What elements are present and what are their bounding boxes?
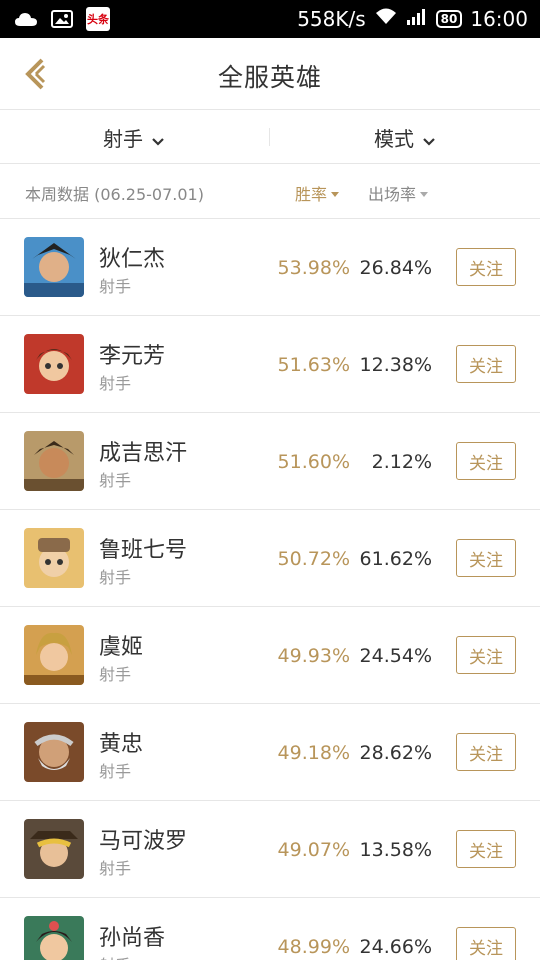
stats-header: 本周数据 (06.25-07.01) 胜率 出场率: [0, 164, 540, 219]
hero-name: 马可波罗: [99, 829, 188, 854]
win-rate-sort-label: 胜率: [295, 185, 328, 204]
hero-list: 狄仁杰 射手 53.98% 26.84% 关注 李元芳 射手 51.63% 12…: [0, 219, 540, 960]
hero-role: 射手: [99, 762, 132, 781]
hero-name: 李元芳: [99, 344, 166, 369]
hero-role: 射手: [99, 277, 132, 296]
hero-avatar: [24, 625, 84, 685]
hero-avatar: [24, 819, 84, 879]
sort-by-pick-rate[interactable]: 出场率: [368, 181, 429, 205]
hero-role: 射手: [99, 952, 131, 960]
hero-role: 射手: [99, 568, 132, 587]
hero-role: 射手: [99, 859, 132, 878]
network-speed: 558K/s: [297, 7, 366, 31]
hero-win-rate: 50.72%: [277, 548, 350, 570]
hero-name: 鲁班七号: [99, 538, 188, 563]
wifi-icon: [374, 6, 398, 32]
hero-pick-rate: 2.12%: [371, 451, 432, 473]
gallery-notification-icon: [50, 8, 74, 30]
app-header: 全服英雄: [0, 38, 540, 110]
hero-win-rate: 53.98%: [277, 257, 350, 279]
hero-win-rate: 51.63%: [277, 354, 350, 376]
hero-win-rate: 49.93%: [277, 645, 350, 667]
hero-win-rate: 49.07%: [277, 839, 350, 861]
role-filter-dropdown[interactable]: 射手: [0, 110, 268, 164]
hero-name: 孙尚香: [99, 926, 166, 951]
hero-pick-rate: 26.84%: [359, 257, 432, 279]
follow-button[interactable]: 关注: [456, 733, 516, 771]
hero-avatar: [24, 431, 84, 491]
follow-button[interactable]: 关注: [456, 830, 516, 868]
hero-name: 狄仁杰: [99, 247, 166, 272]
page-title: 全服英雄: [217, 63, 322, 92]
filter-bar: 射手 模式: [0, 110, 540, 164]
clock: 16:00: [470, 7, 528, 31]
follow-button[interactable]: 关注: [456, 248, 516, 286]
follow-button[interactable]: 关注: [456, 442, 516, 480]
chevron-down-icon: [151, 130, 165, 146]
mode-filter-label: 模式: [374, 126, 414, 151]
hero-row[interactable]: 鲁班七号 射手 50.72% 61.62% 关注: [0, 510, 540, 607]
hero-row[interactable]: 虞姬 射手 49.93% 24.54% 关注: [0, 607, 540, 704]
hero-row[interactable]: 孙尚香 射手 48.99% 24.66% 关注: [0, 898, 540, 960]
mode-filter-dropdown[interactable]: 模式: [270, 110, 540, 164]
hero-row[interactable]: 成吉思汗 射手 51.60% 2.12% 关注: [0, 413, 540, 510]
hero-pick-rate: 12.38%: [359, 354, 432, 376]
week-range-label: 本周数据 (06.25-07.01): [25, 185, 204, 204]
hero-avatar: [24, 237, 84, 297]
hero-name: 虞姬: [99, 635, 144, 660]
hero-role: 射手: [99, 665, 132, 684]
hero-pick-rate: 24.54%: [359, 645, 432, 667]
signal-icon: [406, 6, 428, 32]
hero-avatar: [24, 722, 84, 782]
battery-icon: 80: [435, 10, 463, 28]
hero-pick-rate: 61.62%: [359, 548, 432, 570]
follow-button[interactable]: 关注: [456, 927, 516, 960]
hero-name: 成吉思汗: [99, 441, 188, 466]
hero-row[interactable]: 黄忠 射手 49.18% 28.62% 关注: [0, 704, 540, 801]
hero-role: 射手: [99, 374, 132, 393]
hero-avatar: [24, 528, 84, 588]
weather-cloud-icon: [14, 8, 38, 30]
hero-row[interactable]: 马可波罗 射手 49.07% 13.58% 关注: [0, 801, 540, 898]
pick-rate-sort-label: 出场率: [368, 185, 417, 204]
hero-win-rate: 49.18%: [277, 742, 350, 764]
hero-row[interactable]: 李元芳 射手 51.63% 12.38% 关注: [0, 316, 540, 413]
hero-name: 黄忠: [99, 732, 144, 757]
hero-avatar: [24, 916, 84, 960]
follow-button[interactable]: 关注: [456, 345, 516, 383]
chevron-down-icon: [422, 130, 436, 146]
follow-button[interactable]: 关注: [456, 539, 516, 577]
role-filter-label: 射手: [103, 126, 143, 151]
sort-triangle-icon: [331, 191, 340, 197]
hero-pick-rate: 13.58%: [359, 839, 432, 861]
hero-role: 射手: [99, 471, 132, 490]
hero-avatar: [24, 334, 84, 394]
hero-win-rate: 51.60%: [277, 451, 350, 473]
news-app-icon: 头条: [86, 7, 110, 31]
status-bar: 头条 558K/s 80 16:00: [0, 0, 540, 38]
hero-pick-rate: 28.62%: [359, 742, 432, 764]
hero-pick-rate: 24.66%: [359, 936, 432, 958]
sort-by-win-rate[interactable]: 胜率: [295, 181, 340, 205]
sort-triangle-icon: [420, 191, 429, 197]
follow-button[interactable]: 关注: [456, 636, 516, 674]
hero-row[interactable]: 狄仁杰 射手 53.98% 26.84% 关注: [0, 219, 540, 316]
hero-win-rate: 48.99%: [277, 936, 350, 958]
